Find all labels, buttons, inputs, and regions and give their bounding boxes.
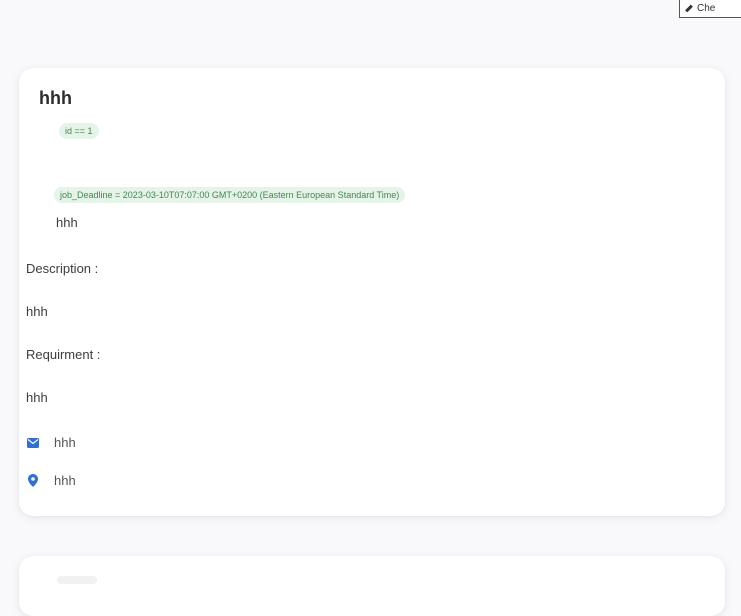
job-title: hhh bbox=[39, 88, 72, 108]
contact-location-value: hhh bbox=[54, 473, 76, 488]
next-job-title-placeholder bbox=[57, 576, 97, 584]
contact-email[interactable]: hhh bbox=[26, 435, 76, 450]
next-job-card bbox=[19, 556, 725, 616]
description-value: hhh bbox=[26, 304, 48, 319]
description-label: Description : bbox=[26, 261, 99, 276]
job-card: hhh id == 1 job_Deadline = 2023-03-10T07… bbox=[19, 68, 725, 516]
check-button-label: Che bbox=[697, 3, 716, 14]
mail-icon bbox=[26, 436, 40, 450]
job-subtitle: hhh bbox=[56, 215, 78, 230]
requirement-label: Requirment : bbox=[26, 347, 101, 362]
location-pin-icon bbox=[26, 474, 40, 488]
job-deadline-chip: job_Deadline = 2023-03-10T07:07:00 GMT+0… bbox=[54, 187, 406, 203]
contact-location[interactable]: hhh bbox=[26, 473, 76, 488]
job-id-chip: id == 1 bbox=[59, 123, 99, 139]
contact-email-value: hhh bbox=[54, 435, 76, 450]
check-button[interactable]: Che bbox=[679, 0, 741, 18]
requirement-value: hhh bbox=[26, 390, 48, 405]
pen-icon bbox=[685, 4, 693, 13]
